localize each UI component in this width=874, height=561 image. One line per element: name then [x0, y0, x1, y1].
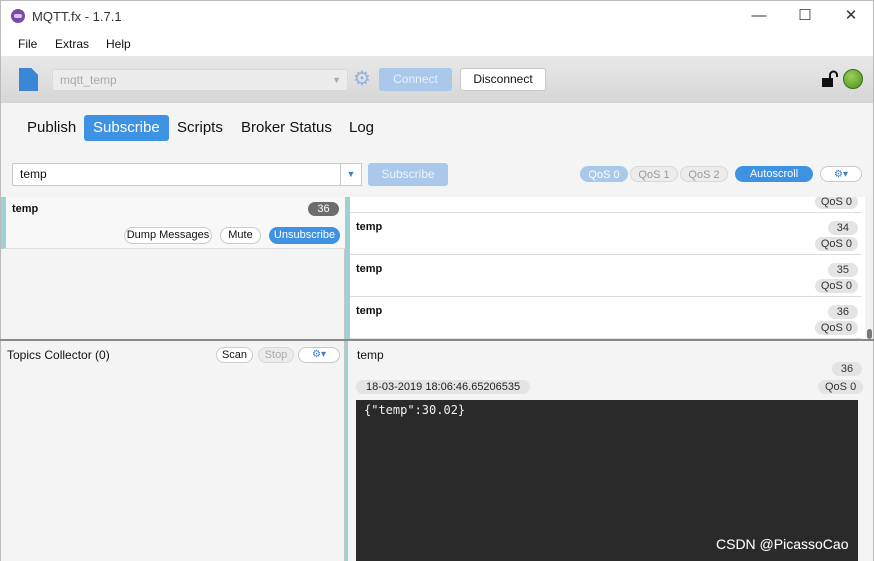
unlock-icon: [822, 70, 838, 87]
message-row[interactable]: temp 35 QoS 0: [350, 255, 862, 297]
qos0-toggle[interactable]: QoS 0: [580, 166, 628, 182]
unsubscribe-button[interactable]: Unsubscribe: [269, 227, 340, 244]
tab-subscribe[interactable]: Subscribe: [84, 115, 169, 141]
profile-name: mqtt_temp: [60, 73, 117, 87]
watermark: CSDN @PicassoCao: [716, 536, 849, 552]
collector-gear-icon[interactable]: ⚙▾: [298, 347, 340, 363]
title-bar: MQTT.fx - 1.7.1 — ☐ ✕: [0, 0, 874, 31]
message-row[interactable]: temp 36 QoS 0: [350, 297, 862, 339]
tab-bar: Publish Subscribe Scripts Broker Status …: [0, 103, 874, 155]
connection-status-indicator: [843, 69, 863, 89]
message-number-badge: 36: [827, 305, 858, 319]
detail-qos-badge: QoS 0: [818, 380, 864, 394]
messages-scrollbar[interactable]: [865, 197, 873, 340]
topics-collector-title: Topics Collector (0): [7, 348, 110, 362]
menu-extras[interactable]: Extras: [55, 37, 89, 51]
tab-broker-status[interactable]: Broker Status: [232, 115, 341, 141]
message-topic: temp: [356, 305, 383, 317]
message-qos-badge: QoS 0: [814, 237, 858, 251]
tab-scripts[interactable]: Scripts: [168, 115, 232, 141]
maximize-button[interactable]: ☐: [790, 5, 820, 27]
topics-collector-panel: Topics Collector (0) Scan Stop ⚙▾: [0, 341, 345, 561]
stop-button[interactable]: Stop: [258, 347, 294, 363]
message-topic: temp: [356, 221, 383, 233]
qos1-toggle[interactable]: QoS 1: [630, 166, 678, 182]
connect-button[interactable]: Connect: [379, 68, 452, 91]
message-row[interactable]: temp 34 QoS 0: [350, 213, 862, 255]
minimize-button[interactable]: —: [744, 5, 774, 27]
message-number-badge: 35: [827, 263, 858, 277]
autoscroll-toggle[interactable]: Autoscroll: [735, 166, 813, 182]
message-detail-panel: temp 36 18-03-2019 18:06:46.65206535 QoS…: [345, 341, 874, 561]
message-qos-badge: QoS 0: [814, 279, 858, 293]
detail-timestamp: 18-03-2019 18:06:46.65206535: [356, 380, 531, 394]
message-topic: temp: [356, 263, 383, 275]
topic-history-dropdown[interactable]: ▼: [340, 163, 362, 186]
mute-button[interactable]: Mute: [220, 227, 261, 244]
detail-topic: temp: [357, 348, 384, 362]
subscribe-button[interactable]: Subscribe: [368, 163, 448, 186]
message-number-badge: 34: [827, 221, 858, 235]
subscribe-toolbar: temp ▼ Subscribe QoS 0 QoS 1 QoS 2 Autos…: [0, 155, 874, 197]
subscriptions-panel: temp 36 Dump Messages Mute Unsubscribe: [0, 197, 345, 340]
menu-bar: File Extras Help: [0, 31, 874, 56]
topic-input[interactable]: temp: [12, 163, 341, 186]
tab-publish[interactable]: Publish: [18, 115, 85, 141]
message-row[interactable]: QoS 0: [350, 197, 862, 213]
message-qos-badge: QoS 0: [814, 321, 858, 335]
close-button[interactable]: ✕: [836, 5, 866, 27]
scrollbar-thumb[interactable]: [867, 329, 872, 339]
chevron-down-icon: ▼: [332, 75, 341, 85]
menu-help[interactable]: Help: [106, 37, 131, 51]
settings-gear-icon[interactable]: ⚙: [353, 69, 373, 89]
options-gear-icon[interactable]: ⚙▾: [820, 166, 862, 182]
subscription-topic: temp: [12, 203, 39, 215]
panel-accent: [345, 341, 348, 561]
message-qos-badge: QoS 0: [814, 197, 858, 209]
detail-count-badge: 36: [832, 362, 862, 376]
messages-panel: QoS 0 temp 34 QoS 0 temp 35 QoS 0 temp 3…: [345, 197, 874, 340]
qos2-toggle[interactable]: QoS 2: [680, 166, 728, 182]
menu-file[interactable]: File: [18, 37, 37, 51]
dump-messages-button[interactable]: Dump Messages: [124, 227, 212, 244]
connection-profile-select[interactable]: mqtt_temp ▼: [52, 69, 348, 91]
connection-toolbar: mqtt_temp ▼ ⚙ Connect Disconnect: [0, 56, 874, 103]
disconnect-button[interactable]: Disconnect: [460, 68, 546, 91]
app-logo-icon: [11, 9, 25, 23]
edit-profile-icon[interactable]: [19, 68, 38, 91]
scan-button[interactable]: Scan: [216, 347, 253, 363]
message-count-badge: 36: [308, 202, 339, 216]
tab-log[interactable]: Log: [340, 115, 383, 141]
subscription-item[interactable]: temp 36 Dump Messages Mute Unsubscribe: [1, 197, 345, 249]
window-title: MQTT.fx - 1.7.1: [32, 9, 122, 24]
